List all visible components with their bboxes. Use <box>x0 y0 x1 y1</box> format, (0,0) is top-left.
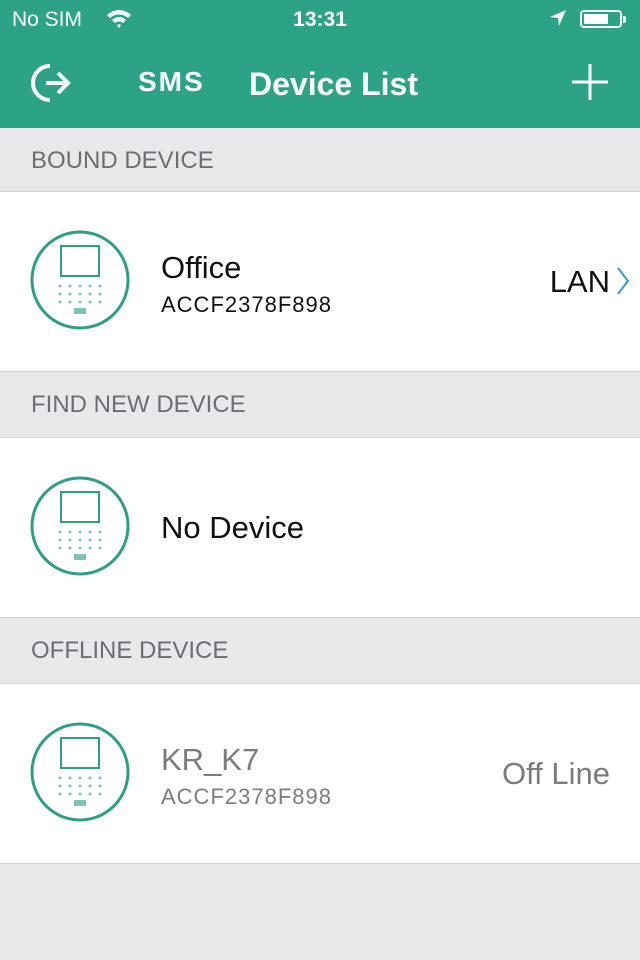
device-mac: ACCF2378F898 <box>161 292 332 317</box>
section-header-offline: OFFLINE DEVICE <box>0 618 640 684</box>
device-mac: ACCF2378F898 <box>161 784 332 809</box>
location-arrow-icon <box>548 8 568 34</box>
alarm-panel-icon <box>30 476 130 576</box>
device-name: KR_K7 <box>161 742 260 777</box>
section-header-find: FIND NEW DEVICE <box>0 372 640 438</box>
no-device-label: No Device <box>161 510 304 545</box>
section-header-bound: BOUND DEVICE <box>0 128 640 192</box>
clock: 13:31 <box>293 8 347 31</box>
device-row-new: No Device <box>0 438 640 618</box>
alarm-panel-icon <box>30 722 130 822</box>
sms-button[interactable]: SMS <box>138 66 205 98</box>
status-bar: No SIM 13:31 <box>0 0 640 40</box>
device-name: Office <box>161 250 242 285</box>
header-bar: No SIM 13:31 SMS Device List <box>0 0 640 128</box>
connection-status: LAN <box>549 264 610 299</box>
add-device-icon[interactable] <box>570 62 610 102</box>
chevron-right-icon <box>616 266 630 301</box>
device-row-offline[interactable]: KR_K7 ACCF2378F898 Off Line <box>0 684 640 864</box>
page-title: Device List <box>249 66 418 102</box>
nav-bar: SMS Device List <box>0 40 640 128</box>
connection-status: Off Line <box>501 756 610 791</box>
logout-icon[interactable] <box>30 60 76 106</box>
device-row-bound[interactable]: Office ACCF2378F898 LAN <box>0 192 640 372</box>
battery-icon <box>580 10 626 28</box>
alarm-panel-icon <box>30 230 130 330</box>
